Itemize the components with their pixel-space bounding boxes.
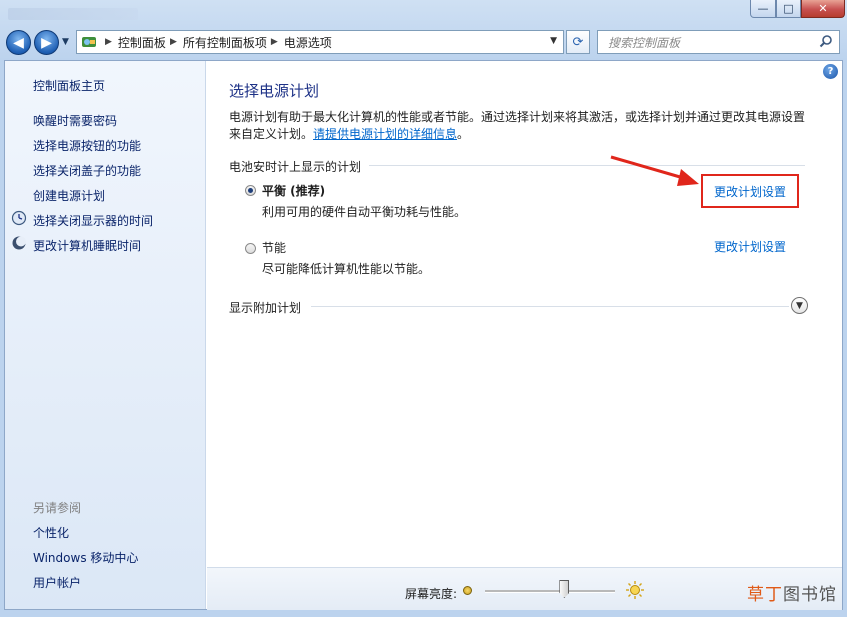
red-arrow-annotation-icon (610, 155, 699, 186)
recent-pages-dropdown[interactable]: ▼ (62, 37, 69, 47)
show-additional-plans-heading[interactable]: 显示附加计划 (229, 299, 301, 316)
back-button[interactable]: ◀ (6, 30, 31, 55)
watermark-text: 草丁图书馆 (747, 580, 837, 605)
dim-sun-icon (463, 586, 472, 595)
arrow-right-icon: ▶ (41, 34, 52, 51)
brightness-slider-track[interactable] (485, 590, 615, 593)
description-end: 。 (457, 127, 470, 141)
arrow-left-icon: ◀ (13, 34, 24, 51)
search-input[interactable]: 搜索控制面板 (608, 34, 680, 51)
page-title: 选择电源计划 (229, 82, 320, 100)
help-icon: ? (827, 66, 834, 77)
radio-selected-dot (248, 188, 253, 193)
close-button[interactable]: ✕ (801, 0, 845, 18)
moon-icon (11, 235, 27, 251)
sidebar-item-create-plan[interactable]: 创建电源计划 (33, 187, 105, 204)
brightness-slider-thumb[interactable] (559, 580, 570, 598)
brightness-label: 屏幕亮度: (405, 587, 458, 601)
help-button[interactable]: ? (823, 64, 838, 79)
content-area: 控制面板主页 唤醒时需要密码 选择电源按钮的功能 选择关闭盖子的功能 创建电源计… (4, 60, 843, 610)
breadcrumb-all-items[interactable]: 所有控制面板项 (183, 34, 267, 51)
bright-sun-icon (626, 581, 644, 599)
plan-power-saver-description: 尽可能降低计算机性能以节能。 (262, 262, 431, 276)
task-pane: 控制面板主页 唤醒时需要密码 选择电源按钮的功能 选择关闭盖子的功能 创建电源计… (5, 61, 206, 609)
chevron-down-icon: ▼ (796, 300, 803, 311)
see-also-mobility-center[interactable]: Windows 移动中心 (33, 549, 138, 566)
window-frame: — □ ✕ ◀ ▶ ▼ ▶ 控制面板 ▶ 所有控制面板项 ▶ 电源选项 ▼ ⟳ … (0, 0, 847, 617)
plan-balanced-name[interactable]: 平衡 (推荐) (262, 182, 325, 199)
see-also-user-accounts[interactable]: 用户帐户 (33, 574, 81, 591)
sidebar-item-display-off[interactable]: 选择关闭显示器的时间 (33, 212, 153, 229)
plan-power-saver-radio[interactable] (245, 243, 256, 254)
breadcrumb-separator[interactable]: ▶ (170, 37, 177, 47)
brightness-bar: 屏幕亮度: 草丁图书馆 (207, 567, 842, 610)
plan-details-link[interactable]: 请提供电源计划的详细信息 (313, 127, 457, 141)
window-title-blur (8, 8, 138, 20)
search-icon[interactable] (819, 34, 833, 51)
watermark-rest: 图书馆 (783, 585, 837, 605)
sidebar-item-lid-close[interactable]: 选择关闭盖子的功能 (33, 162, 141, 179)
page-description: 电源计划有助于最大化计算机的性能或者节能。通过选择计划来将其激活，或选择计划并通… (229, 109, 809, 143)
monitor-clock-icon (11, 210, 27, 226)
window-controls: — □ ✕ (750, 0, 845, 18)
breadcrumb-power-options[interactable]: 电源选项 (284, 34, 332, 51)
change-power-saver-plan-link[interactable]: 更改计划设置 (714, 238, 786, 255)
refresh-button[interactable]: ⟳ (566, 30, 590, 54)
address-bar[interactable]: ▶ 控制面板 ▶ 所有控制面板项 ▶ 电源选项 ▼ (76, 30, 564, 54)
navigation-bar: ◀ ▶ ▼ ▶ 控制面板 ▶ 所有控制面板项 ▶ 电源选项 ▼ ⟳ 搜索控制面板 (0, 26, 847, 58)
section-divider (369, 165, 805, 166)
address-dropdown-icon[interactable]: ▼ (550, 36, 557, 46)
plan-power-saver-name[interactable]: 节能 (262, 239, 286, 256)
breadcrumb-separator[interactable]: ▶ (105, 37, 112, 47)
plan-balanced-radio[interactable] (245, 185, 256, 196)
breadcrumb-separator[interactable]: ▶ (271, 37, 278, 47)
see-also-heading: 另请参阅 (33, 501, 82, 515)
additional-plans-divider (311, 306, 789, 307)
sidebar-item-sleep-time[interactable]: 更改计算机睡眠时间 (33, 237, 141, 254)
sidebar-item-wake-password[interactable]: 唤醒时需要密码 (33, 112, 117, 129)
refresh-icon: ⟳ (572, 34, 584, 50)
search-box[interactable]: 搜索控制面板 (597, 30, 840, 54)
main-pane: ? 选择电源计划 电源计划有助于最大化计算机的性能或者节能。通过选择计划来将其激… (207, 61, 842, 610)
forward-button[interactable]: ▶ (34, 30, 59, 55)
see-also-personalization[interactable]: 个性化 (33, 524, 69, 541)
expand-additional-plans-button[interactable]: ▼ (791, 297, 808, 314)
title-bar: — □ ✕ (0, 0, 847, 22)
maximize-button[interactable]: □ (776, 0, 801, 18)
control-panel-icon (81, 34, 97, 50)
watermark-accent: 草丁 (747, 585, 783, 605)
sidebar-home-link[interactable]: 控制面板主页 (33, 77, 105, 94)
breadcrumb-control-panel[interactable]: 控制面板 (118, 34, 166, 51)
highlight-annotation-box (701, 174, 799, 208)
battery-meter-plans-heading: 电池安时计上显示的计划 (229, 160, 362, 174)
minimize-button[interactable]: — (750, 0, 776, 18)
sidebar-item-power-button[interactable]: 选择电源按钮的功能 (33, 137, 141, 154)
plan-balanced-description: 利用可用的硬件自动平衡功耗与性能。 (262, 205, 467, 219)
